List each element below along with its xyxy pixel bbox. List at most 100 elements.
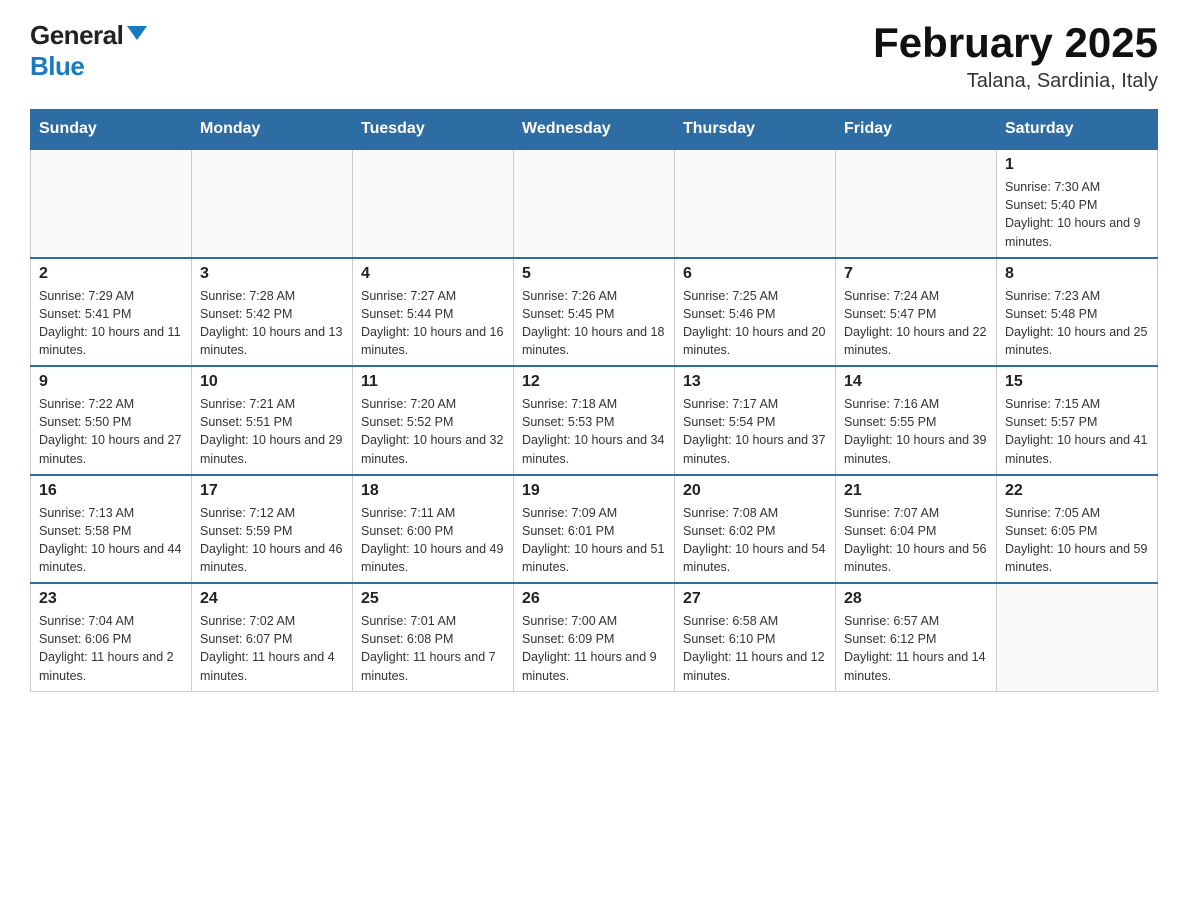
calendar-cell: 24 Sunrise: 7:02 AMSunset: 6:07 PMDayligh… — [192, 583, 353, 691]
calendar-cell: 14 Sunrise: 7:16 AMSunset: 5:55 PMDayligh… — [836, 366, 997, 475]
calendar-cell: 10 Sunrise: 7:21 AMSunset: 5:51 PMDayligh… — [192, 366, 353, 475]
day-info: Sunrise: 7:25 AMSunset: 5:46 PMDaylight:… — [683, 287, 827, 360]
day-number: 4 — [361, 265, 505, 283]
calendar-cell: 27 Sunrise: 6:58 AMSunset: 6:10 PMDayligh… — [675, 583, 836, 691]
day-info: Sunrise: 7:05 AMSunset: 6:05 PMDaylight:… — [1005, 504, 1149, 577]
calendar-cell: 13 Sunrise: 7:17 AMSunset: 5:54 PMDayligh… — [675, 366, 836, 475]
day-info: Sunrise: 7:16 AMSunset: 5:55 PMDaylight:… — [844, 395, 988, 468]
logo-triangle-icon — [127, 26, 147, 40]
day-info: Sunrise: 7:01 AMSunset: 6:08 PMDaylight:… — [361, 612, 505, 685]
day-number: 26 — [522, 590, 666, 608]
calendar-week-row: 2 Sunrise: 7:29 AMSunset: 5:41 PMDaylight… — [31, 258, 1158, 367]
day-number: 12 — [522, 373, 666, 391]
day-info: Sunrise: 7:02 AMSunset: 6:07 PMDaylight:… — [200, 612, 344, 685]
day-info: Sunrise: 7:27 AMSunset: 5:44 PMDaylight:… — [361, 287, 505, 360]
calendar-cell: 28Sunrise: 6:57 AMSunset: 6:12 PMDayligh… — [836, 583, 997, 691]
calendar-cell — [192, 149, 353, 258]
day-number: 11 — [361, 373, 505, 391]
calendar-cell: 8 Sunrise: 7:23 AMSunset: 5:48 PMDaylight… — [997, 258, 1158, 367]
calendar-cell: 23 Sunrise: 7:04 AMSunset: 6:06 PMDayligh… — [31, 583, 192, 691]
day-info: Sunrise: 7:18 AMSunset: 5:53 PMDaylight:… — [522, 395, 666, 468]
day-number: 13 — [683, 373, 827, 391]
day-number: 20 — [683, 482, 827, 500]
day-number: 3 — [200, 265, 344, 283]
day-info: Sunrise: 7:07 AMSunset: 6:04 PMDaylight:… — [844, 504, 988, 577]
day-number: 21 — [844, 482, 988, 500]
day-info: Sunrise: 7:26 AMSunset: 5:45 PMDaylight:… — [522, 287, 666, 360]
day-number: 9 — [39, 373, 183, 391]
day-info: Sunrise: 7:04 AMSunset: 6:06 PMDaylight:… — [39, 612, 183, 685]
day-info: Sunrise: 7:13 AMSunset: 5:58 PMDaylight:… — [39, 504, 183, 577]
day-number: 23 — [39, 590, 183, 608]
day-number: 22 — [1005, 482, 1149, 500]
day-info: Sunrise: 6:57 AMSunset: 6:12 PMDaylight:… — [844, 612, 988, 685]
calendar-cell: 25 Sunrise: 7:01 AMSunset: 6:08 PMDayligh… — [353, 583, 514, 691]
calendar-cell: 18Sunrise: 7:11 AMSunset: 6:00 PMDayligh… — [353, 475, 514, 584]
day-number: 6 — [683, 265, 827, 283]
weekday-header-sunday: Sunday — [31, 110, 192, 150]
calendar-week-row: 16 Sunrise: 7:13 AMSunset: 5:58 PMDayligh… — [31, 475, 1158, 584]
day-info: Sunrise: 7:23 AMSunset: 5:48 PMDaylight:… — [1005, 287, 1149, 360]
calendar-cell: 11 Sunrise: 7:20 AMSunset: 5:52 PMDayligh… — [353, 366, 514, 475]
calendar-cell: 26Sunrise: 7:00 AMSunset: 6:09 PMDayligh… — [514, 583, 675, 691]
calendar-cell — [31, 149, 192, 258]
day-info: Sunrise: 7:21 AMSunset: 5:51 PMDaylight:… — [200, 395, 344, 468]
calendar-cell: 7 Sunrise: 7:24 AMSunset: 5:47 PMDaylight… — [836, 258, 997, 367]
day-number: 24 — [200, 590, 344, 608]
calendar-cell: 2 Sunrise: 7:29 AMSunset: 5:41 PMDaylight… — [31, 258, 192, 367]
day-info: Sunrise: 7:28 AMSunset: 5:42 PMDaylight:… — [200, 287, 344, 360]
day-number: 18 — [361, 482, 505, 500]
calendar-cell: 9 Sunrise: 7:22 AMSunset: 5:50 PMDaylight… — [31, 366, 192, 475]
calendar-cell: 16 Sunrise: 7:13 AMSunset: 5:58 PMDayligh… — [31, 475, 192, 584]
calendar-cell: 6 Sunrise: 7:25 AMSunset: 5:46 PMDaylight… — [675, 258, 836, 367]
weekday-header-friday: Friday — [836, 110, 997, 150]
day-info: Sunrise: 7:22 AMSunset: 5:50 PMDaylight:… — [39, 395, 183, 468]
calendar-week-row: 23 Sunrise: 7:04 AMSunset: 6:06 PMDayligh… — [31, 583, 1158, 691]
calendar-week-row: 9 Sunrise: 7:22 AMSunset: 5:50 PMDaylight… — [31, 366, 1158, 475]
day-number: 10 — [200, 373, 344, 391]
day-number: 25 — [361, 590, 505, 608]
day-info: Sunrise: 7:17 AMSunset: 5:54 PMDaylight:… — [683, 395, 827, 468]
day-info: Sunrise: 6:58 AMSunset: 6:10 PMDaylight:… — [683, 612, 827, 685]
logo-general-text: General — [30, 20, 123, 51]
day-number: 16 — [39, 482, 183, 500]
day-info: Sunrise: 7:15 AMSunset: 5:57 PMDaylight:… — [1005, 395, 1149, 468]
day-info: Sunrise: 7:08 AMSunset: 6:02 PMDaylight:… — [683, 504, 827, 577]
weekday-header-tuesday: Tuesday — [353, 110, 514, 150]
day-info: Sunrise: 7:09 AMSunset: 6:01 PMDaylight:… — [522, 504, 666, 577]
day-number: 27 — [683, 590, 827, 608]
day-info: Sunrise: 7:20 AMSunset: 5:52 PMDaylight:… — [361, 395, 505, 468]
day-number: 7 — [844, 265, 988, 283]
logo-blue-text: Blue — [30, 51, 84, 81]
calendar-table: SundayMondayTuesdayWednesdayThursdayFrid… — [30, 109, 1158, 692]
day-number: 8 — [1005, 265, 1149, 283]
calendar-cell — [675, 149, 836, 258]
title-area: February 2025 Talana, Sardinia, Italy — [873, 20, 1158, 93]
day-info: Sunrise: 7:24 AMSunset: 5:47 PMDaylight:… — [844, 287, 988, 360]
calendar-cell: 12 Sunrise: 7:18 AMSunset: 5:53 PMDayligh… — [514, 366, 675, 475]
day-number: 15 — [1005, 373, 1149, 391]
logo: General Blue — [30, 20, 147, 82]
page-header: General Blue February 2025 Talana, Sardi… — [30, 20, 1158, 93]
weekday-header-saturday: Saturday — [997, 110, 1158, 150]
page-subtitle: Talana, Sardinia, Italy — [873, 70, 1158, 93]
day-info: Sunrise: 7:12 AMSunset: 5:59 PMDaylight:… — [200, 504, 344, 577]
day-info: Sunrise: 7:29 AMSunset: 5:41 PMDaylight:… — [39, 287, 183, 360]
day-info: Sunrise: 7:30 AMSunset: 5:40 PMDaylight:… — [1005, 178, 1149, 251]
weekday-header-monday: Monday — [192, 110, 353, 150]
calendar-cell: 4 Sunrise: 7:27 AMSunset: 5:44 PMDaylight… — [353, 258, 514, 367]
calendar-cell: 19Sunrise: 7:09 AMSunset: 6:01 PMDayligh… — [514, 475, 675, 584]
day-number: 17 — [200, 482, 344, 500]
calendar-cell: 17 Sunrise: 7:12 AMSunset: 5:59 PMDayligh… — [192, 475, 353, 584]
day-number: 1 — [1005, 156, 1149, 174]
calendar-week-row: 1 Sunrise: 7:30 AMSunset: 5:40 PMDaylight… — [31, 149, 1158, 258]
calendar-cell: 15 Sunrise: 7:15 AMSunset: 5:57 PMDayligh… — [997, 366, 1158, 475]
calendar-cell — [514, 149, 675, 258]
calendar-header-row: SundayMondayTuesdayWednesdayThursdayFrid… — [31, 110, 1158, 150]
calendar-cell — [997, 583, 1158, 691]
calendar-cell: 22 Sunrise: 7:05 AMSunset: 6:05 PMDayligh… — [997, 475, 1158, 584]
day-number: 5 — [522, 265, 666, 283]
day-number: 2 — [39, 265, 183, 283]
calendar-cell — [353, 149, 514, 258]
day-number: 14 — [844, 373, 988, 391]
